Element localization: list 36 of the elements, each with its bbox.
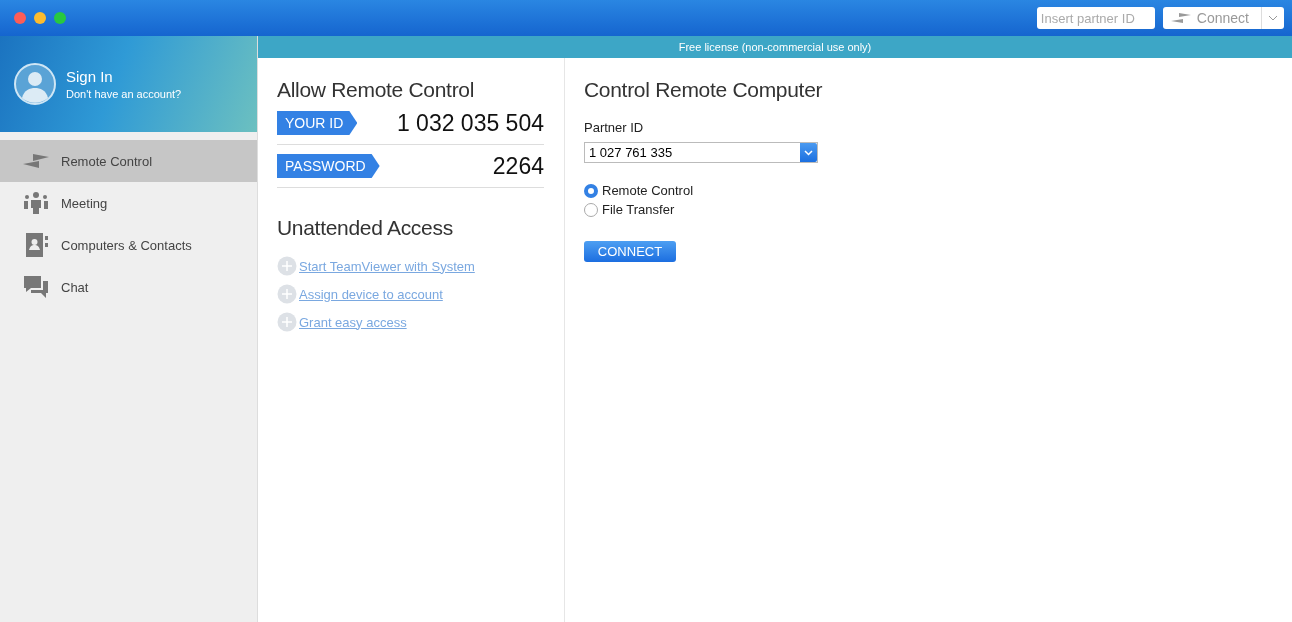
arrows-icon xyxy=(23,153,49,169)
id-value: 2264 xyxy=(492,152,544,180)
chevron-icon xyxy=(1269,15,1277,21)
section-title: Allow Remote Control xyxy=(277,78,476,102)
account-link[interactable]: Don't have an account? xyxy=(66,88,182,100)
sidebar-item[interactable]: Remote Control xyxy=(0,140,257,182)
radio-option[interactable]: Remote Control xyxy=(584,183,823,198)
plus-icon xyxy=(277,256,297,276)
partner-id-field[interactable]: Insert partner ID xyxy=(1036,7,1155,29)
id-value: 1 032 035 504 xyxy=(396,109,544,137)
sidebar-item[interactable]: Chat xyxy=(0,266,257,308)
minimize-button[interactable] xyxy=(34,12,46,24)
radio-button[interactable] xyxy=(584,202,598,217)
label-tag: PASSWORD xyxy=(277,154,380,178)
zoom-button[interactable] xyxy=(54,12,66,24)
sign-in-link[interactable]: Sign In xyxy=(66,68,182,85)
contact-card-icon xyxy=(23,233,49,257)
section-title: Unattended Access xyxy=(277,216,454,240)
sidebar-item[interactable]: Computers & Contacts xyxy=(0,224,257,266)
dropdown-button[interactable] xyxy=(1261,7,1284,29)
chat-icon xyxy=(23,275,49,299)
plus-icon xyxy=(277,312,297,332)
plus-icon xyxy=(277,284,297,304)
section-title: Control Remote Computer xyxy=(584,78,823,102)
chevron-icon xyxy=(804,149,813,156)
radio-option[interactable]: File Transfer xyxy=(584,202,823,217)
avatar-icon xyxy=(14,63,56,105)
radio-button[interactable] xyxy=(584,183,598,198)
partner-id-combobox[interactable]: 1 027 761 335 xyxy=(584,142,818,163)
sidebar-item[interactable]: Meeting xyxy=(0,182,257,224)
connect-button[interactable]: CONNECT xyxy=(584,241,676,262)
label-tag: YOUR ID xyxy=(277,111,358,135)
people-icon xyxy=(23,192,49,214)
close-button[interactable] xyxy=(14,12,26,24)
field-label: Partner ID xyxy=(584,120,645,135)
license-banner: Free license (non-commercial use only) xyxy=(258,36,1292,58)
